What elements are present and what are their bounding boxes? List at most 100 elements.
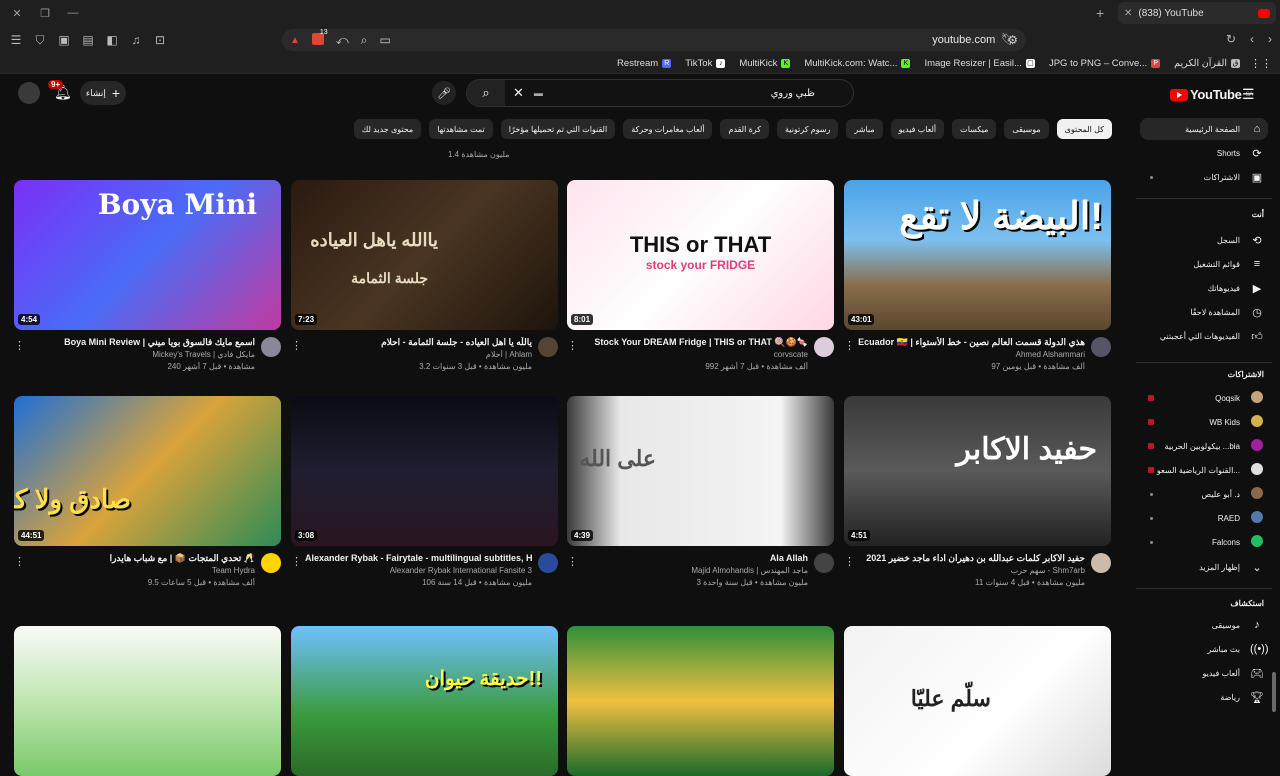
sidebar-icon[interactable]: ◧ xyxy=(105,33,119,48)
sidebar-item[interactable]: إظهار المزيد ⌄ xyxy=(1140,556,1268,578)
screenshot-icon[interactable]: ⊡ xyxy=(153,33,167,48)
video-thumbnail[interactable] xyxy=(567,626,834,776)
video-thumbnail[interactable]: THIS or THAT stock your FRIDGE 8:01 xyxy=(567,180,834,330)
video-title[interactable]: ياللّه يا اهل العياده - جلسة الثمامة - ا… xyxy=(305,337,532,348)
active-tab[interactable]: ✕ (838) YouTube xyxy=(1118,2,1276,24)
more-actions-icon[interactable]: ⋮ xyxy=(14,339,25,352)
channel-name[interactable]: Majid Almohandis | ماجد المهندس xyxy=(581,566,808,575)
channel-name[interactable]: Alexander Rybak International Fansite 3 xyxy=(305,566,532,575)
filter-chip[interactable]: ألعاب فيديو xyxy=(890,119,945,139)
video-thumbnail[interactable]: حفيد الاكابر 4:51 xyxy=(844,396,1111,546)
channel-name[interactable]: سهم حرب - Shm7arb xyxy=(858,566,1085,575)
sidebar-item[interactable]: د. أبو عليص xyxy=(1140,483,1268,505)
shield-icon[interactable]: ⛉ xyxy=(33,33,47,48)
sidebar-item[interactable]: الاشتراكات ▣ xyxy=(1140,166,1268,188)
filter-chip[interactable]: ميكسات xyxy=(952,119,997,139)
more-actions-icon[interactable]: ⋮ xyxy=(291,555,302,568)
video-card[interactable]: البيضة لا تقع! 43:01 ⋮ Ecuador 🇪🇨 | هذي الد… xyxy=(844,180,1111,390)
video-title[interactable]: Ecuador 🇪🇨 | هذي الدولة قسمت العالم نصين… xyxy=(858,337,1085,348)
reload-icon[interactable]: ↻ xyxy=(1226,32,1236,46)
sidebar-item[interactable]: Shorts ⟳ xyxy=(1140,142,1268,164)
minimize-window-icon[interactable]: — xyxy=(66,7,80,19)
video-thumbnail[interactable]: سلّم عليّا xyxy=(844,626,1111,776)
sidebar-item[interactable]: قوائم التشغيل ≡ xyxy=(1140,253,1268,275)
channel-avatar[interactable] xyxy=(538,337,558,357)
filter-chip[interactable]: محتوى جديد لك xyxy=(353,119,422,139)
channel-avatar[interactable] xyxy=(1091,553,1111,573)
sidebar-item[interactable]: بيكولوبين الحربية ...bia xyxy=(1140,435,1268,457)
filter-chip[interactable]: تمت مشاهدتها xyxy=(429,119,493,139)
sidebar-item[interactable]: القنوات الرياضية السعو... xyxy=(1140,459,1268,481)
brave-shield-icon[interactable]: 13 xyxy=(311,29,328,48)
share-icon[interactable]: ⤺ xyxy=(336,33,349,48)
music-player-icon[interactable]: ♫ xyxy=(129,33,143,48)
keyboard-icon[interactable]: ▬ xyxy=(534,88,543,98)
video-thumbnail[interactable]: حديقة حيوان!! xyxy=(291,626,558,776)
filter-chip[interactable]: كرة القدم xyxy=(720,119,769,139)
video-title[interactable]: Boya Mini Review | اسمع مايك فالسوق بويا… xyxy=(28,337,255,348)
more-actions-icon[interactable]: ⋮ xyxy=(567,555,578,568)
tab-icon[interactable]: ▭ xyxy=(379,33,390,47)
brave-rewards-icon[interactable]: ▲ xyxy=(290,35,300,46)
clear-search-icon[interactable]: ✕ xyxy=(513,85,524,101)
search-input[interactable] xyxy=(542,87,853,99)
bookmark-multikick-watch[interactable]: MultiKick.com: Watc... K xyxy=(804,58,911,69)
channel-name[interactable]: corvscate xyxy=(581,350,808,359)
bookmark-multikick[interactable]: MultiKick K xyxy=(739,58,791,69)
sidebar-item[interactable]: بث مباشر ((•)) xyxy=(1140,638,1268,660)
wallet-icon[interactable]: ▣ xyxy=(57,33,71,48)
sidebar-item[interactable]: الفيديوهات التي أعجبتني 👍︎ xyxy=(1140,325,1268,347)
video-card[interactable]: على الله 4:39 ⋮ Ala Allah Majid Almohandis |… xyxy=(567,396,834,606)
sidebar-item[interactable]: المشاهدة لاحقًا ◷ xyxy=(1140,301,1268,323)
sidebar-item[interactable]: ألعاب فيديو 🎮︎ xyxy=(1140,662,1268,684)
video-thumbnail[interactable]: Boya Mini 4:54 xyxy=(14,180,281,330)
create-button[interactable]: إنشاء + xyxy=(80,81,126,105)
bookmark-quran[interactable]: القرآن الكريم ق xyxy=(1174,58,1240,69)
sidebar-item[interactable]: WB Kids xyxy=(1140,411,1268,433)
channel-name[interactable]: أحلام | Ahlam xyxy=(305,350,532,359)
video-thumbnail[interactable]: على الله 4:39 xyxy=(567,396,834,546)
channel-avatar[interactable] xyxy=(261,553,281,573)
channel-avatar[interactable] xyxy=(261,337,281,357)
notifications-bell-icon[interactable]: 🔔︎ 9+ xyxy=(48,80,72,101)
address-bar[interactable]: ▲ 13 ⤺ ⌕ ▭ youtube.com ⚙ xyxy=(282,29,1026,51)
reader-icon[interactable]: ▤ xyxy=(81,33,95,48)
sidebar-subscriptions-header[interactable]: الاشتراكات xyxy=(1142,370,1264,379)
channel-avatar[interactable] xyxy=(538,553,558,573)
sidebar-item[interactable]: Qoqsik xyxy=(1140,387,1268,409)
voice-search-mic-icon[interactable]: 🎤︎ xyxy=(432,81,456,105)
video-card[interactable] xyxy=(567,626,834,776)
close-tab-icon[interactable]: ✕ xyxy=(1124,8,1132,19)
bookmark-image-resizer[interactable]: Image Resizer | Easil... ▢ xyxy=(924,58,1035,69)
guide-menu-icon[interactable]: ☰ xyxy=(1242,86,1255,103)
video-thumbnail[interactable]: 3:08 xyxy=(291,396,558,546)
sidebar-item[interactable]: رياضة 🏆︎ xyxy=(1140,686,1268,708)
filter-chip[interactable]: رسوم كرتونية xyxy=(776,119,839,139)
forward-icon[interactable]: › xyxy=(1268,32,1272,46)
sidebar-item[interactable]: فيديوهاتك ▶ xyxy=(1140,277,1268,299)
video-card[interactable]: صادق ولا كذاب؟ 44:51 ⋮تحدي المتجات 📦 | مع … xyxy=(14,396,281,606)
channel-avatar[interactable] xyxy=(1091,337,1111,357)
video-thumbnail[interactable]: صادق ولا كذاب؟ 44:51 xyxy=(14,396,281,546)
avatar[interactable] xyxy=(18,82,40,104)
search-button[interactable]: ⌕ xyxy=(467,80,505,106)
more-actions-icon[interactable]: ⋮ xyxy=(844,555,855,568)
bookmark-icon[interactable]: 🔖︎ xyxy=(1001,32,1016,46)
video-card[interactable]: 3:08 ⋮ Alexander Rybak - Fairytale - multi… xyxy=(291,396,558,606)
youtube-logo[interactable]: YouTube SA xyxy=(1170,87,1253,102)
filter-chip[interactable]: القنوات التي تم تحميلها مؤخرًا xyxy=(500,119,616,139)
video-card[interactable]: حفيد الاكابر 4:51 ⋮ حفيد الاكابر كلمات عبدا… xyxy=(844,396,1111,606)
video-title[interactable]: Stock Your DREAM Fridge | THIS or THAT 🍭… xyxy=(581,337,808,348)
back-icon[interactable]: ‹ xyxy=(1250,32,1254,46)
restore-window-icon[interactable]: ❐ xyxy=(38,7,52,20)
video-thumbnail[interactable]: ياالله ياهل العياده جلسة الثمامة 7:23 xyxy=(291,180,558,330)
video-title[interactable]: تحدي المتجات 📦 | مع شباب هايدرا 🥂 xyxy=(28,553,255,564)
video-card[interactable]: Boya Mini 4:54 ⋮ Boya Mini Review | اسمع ما… xyxy=(14,180,281,390)
bookmarks-overflow-icon[interactable]: ⋮⋮ xyxy=(1250,57,1272,70)
video-card[interactable]: ياالله ياهل العياده جلسة الثمامة 7:23 ⋮ يالل… xyxy=(291,180,558,390)
sidebar-item[interactable]: Falcons xyxy=(1140,531,1268,553)
video-card[interactable]: THIS or THAT stock your FRIDGE 8:01 ⋮ Stock … xyxy=(567,180,834,390)
video-thumbnail[interactable]: البيضة لا تقع! 43:01 xyxy=(844,180,1111,330)
bookmark-jpg-png[interactable]: JPG to PNG – Conve... P xyxy=(1049,58,1161,69)
bookmark-restream[interactable]: Restream R xyxy=(617,58,672,69)
